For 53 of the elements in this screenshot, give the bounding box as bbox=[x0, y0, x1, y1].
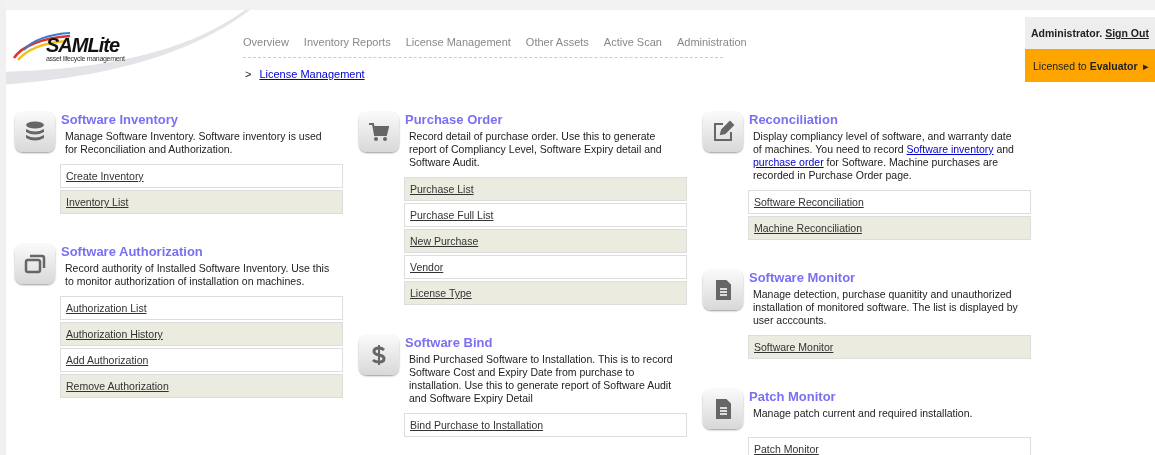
section-description: Manage detection, purchase quanitity and unauthorized installation of monitored software. The list is displayed by user acccounts. bbox=[752, 288, 1019, 327]
section-title[interactable]: Reconciliation bbox=[749, 112, 1047, 128]
section-description: Record detail of purchase order. Use this to generate report of Compliancy Level, Software Expiry detail and Software Audit. bbox=[408, 130, 663, 169]
menu-link[interactable]: Inventory List bbox=[60, 190, 343, 214]
nav-link[interactable]: License Management bbox=[405, 36, 511, 48]
menu-link[interactable]: License Type bbox=[404, 281, 687, 305]
arrow-icon: ▸ bbox=[1143, 59, 1149, 72]
menu-link[interactable]: Create Inventory bbox=[60, 164, 343, 188]
pencil-square-icon bbox=[703, 112, 743, 152]
nav-link[interactable]: Active Scan bbox=[603, 36, 662, 48]
nav-link[interactable]: Other Assets bbox=[525, 36, 589, 48]
menu-link[interactable]: Software Monitor bbox=[748, 335, 1031, 359]
menu-link[interactable]: Machine Reconciliation bbox=[748, 216, 1031, 240]
section-description: Display compliancy level of software, and warranty date of machines. You need to record Software inventory and purchase order for Software. Machine purchases are recorded in Purchase Order page. bbox=[752, 130, 1015, 182]
inline-link[interactable]: Software inventory bbox=[906, 143, 994, 155]
menu-link[interactable]: Remove Authorization bbox=[60, 374, 343, 398]
section-description: Record authority of Installed Software Inventory. Use this to monitor authorization of installation on machines. bbox=[64, 262, 331, 288]
section-title[interactable]: Software Inventory bbox=[61, 112, 359, 128]
document-icon bbox=[703, 270, 743, 310]
nav-link[interactable]: Inventory Reports bbox=[303, 36, 391, 48]
inline-link[interactable]: purchase order bbox=[753, 156, 824, 168]
logo-text: SAMLite bbox=[46, 35, 121, 55]
license-text: Licensed to Evaluator bbox=[1033, 59, 1138, 72]
breadcrumb-arrow: > bbox=[245, 68, 252, 80]
menu-link[interactable]: New Purchase bbox=[404, 229, 687, 253]
section-title[interactable]: Software Bind bbox=[405, 335, 703, 351]
nav-link[interactable]: Overview bbox=[243, 36, 289, 48]
section-title[interactable]: Software Monitor bbox=[749, 270, 1047, 286]
menu-link[interactable]: Vendor bbox=[404, 255, 687, 279]
cart-icon bbox=[359, 112, 399, 152]
database-icon bbox=[15, 112, 55, 152]
breadcrumb-link[interactable]: License Management bbox=[259, 68, 365, 80]
section-description: Manage patch current and required installation. bbox=[752, 407, 974, 420]
menu-link[interactable]: Patch Monitor bbox=[748, 437, 1031, 455]
menu-link[interactable]: Bind Purchase to Installation bbox=[404, 413, 687, 437]
windows-icon bbox=[15, 244, 55, 284]
section-title[interactable]: Purchase Order bbox=[405, 112, 703, 128]
user-name: Administrator. bbox=[1031, 27, 1103, 39]
section-description: Bind Purchased Software to Installation. This is to record Software Cost and Expiry Date from purchase to installation. Use this to generate report of Software Audit and Software Expiry Detail bbox=[408, 353, 674, 405]
section-title[interactable]: Software Authorization bbox=[61, 244, 359, 260]
section-description: Manage Software Inventory. Software inventory is used for Reconciliation and Authorization. bbox=[64, 130, 323, 156]
menu-link[interactable]: Purchase Full List bbox=[404, 203, 687, 227]
menu-link[interactable]: Software Reconciliation bbox=[748, 190, 1031, 214]
sign-out-link[interactable]: Sign Out bbox=[1105, 27, 1149, 39]
menu-link[interactable]: Authorization List bbox=[60, 296, 343, 320]
dollar-icon bbox=[359, 335, 399, 375]
menu-link[interactable]: Purchase List bbox=[404, 177, 687, 201]
menu-link[interactable]: Authorization History bbox=[60, 322, 343, 346]
nav-link[interactable]: Administration bbox=[676, 36, 747, 48]
document-icon bbox=[703, 389, 743, 429]
menu-link[interactable]: Add Authorization bbox=[60, 348, 343, 372]
license-bar[interactable]: Licensed to Evaluator ▸ bbox=[1025, 49, 1155, 82]
section-title[interactable]: Patch Monitor bbox=[749, 389, 1047, 405]
